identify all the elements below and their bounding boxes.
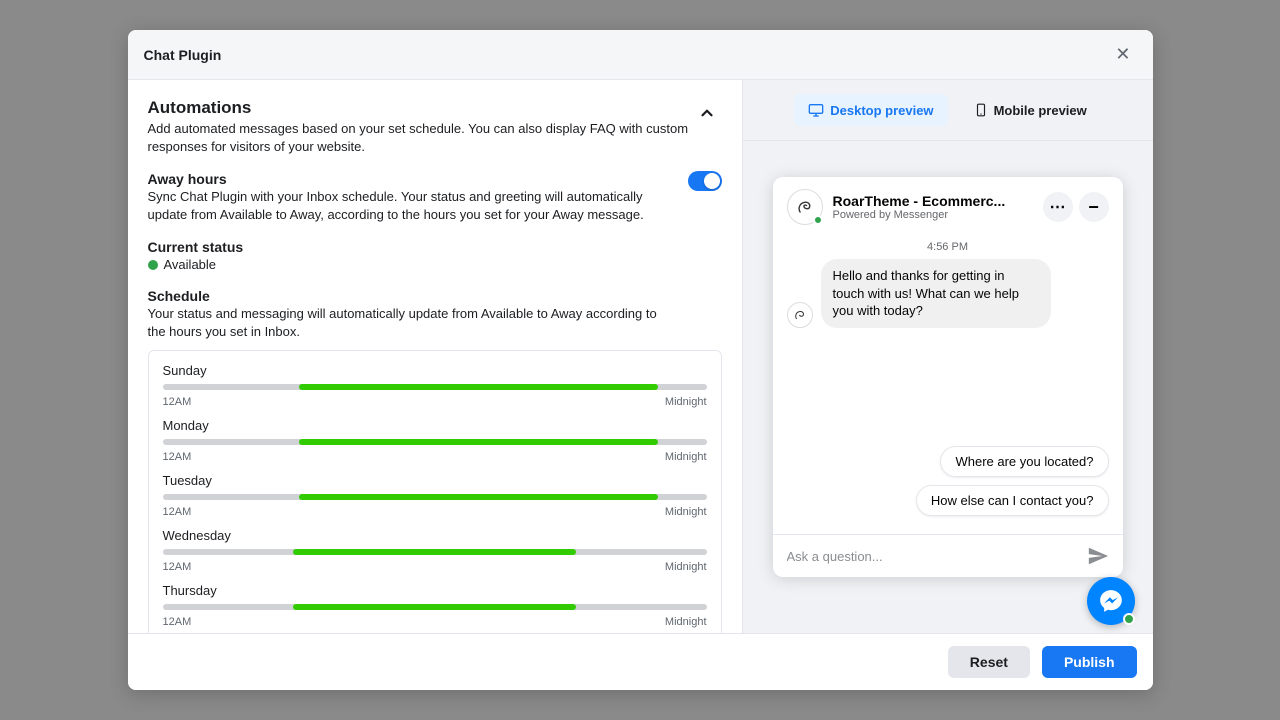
online-dot-icon [1123, 613, 1135, 625]
modal-header: Chat Plugin ✕ [128, 30, 1153, 80]
online-dot-icon [813, 215, 823, 225]
current-status-title: Current status [148, 239, 722, 255]
bar-left-label: 12AM [163, 506, 192, 518]
bar-left-label: 12AM [163, 451, 192, 463]
schedule-row-sunday[interactable]: Sunday 12AM Midnight [163, 363, 707, 408]
schedule-bar [163, 439, 707, 445]
settings-pane: Automations Add automated messages based… [128, 80, 743, 633]
bar-left-label: 12AM [163, 561, 192, 573]
preview-pane: Desktop preview Mobile preview RoarTheme… [743, 80, 1153, 633]
automations-title: Automations [148, 98, 692, 118]
tab-desktop-preview[interactable]: Desktop preview [794, 94, 947, 126]
bar-left-label: 12AM [163, 616, 192, 628]
messenger-fab[interactable] [1087, 577, 1135, 625]
day-label: Thursday [163, 583, 707, 598]
modal-body: Automations Add automated messages based… [128, 80, 1153, 633]
collapse-button[interactable] [692, 98, 722, 131]
quick-replies: Where are you located? How else can I co… [787, 446, 1109, 524]
schedule-title: Schedule [148, 288, 722, 304]
bar-right-label: Midnight [665, 561, 707, 573]
preview-tabs: Desktop preview Mobile preview [743, 80, 1153, 141]
schedule-row-wednesday[interactable]: Wednesday 12AM Midnight [163, 528, 707, 573]
bar-right-label: Midnight [665, 506, 707, 518]
automations-desc: Add automated messages based on your set… [148, 120, 692, 155]
schedule-bar [163, 494, 707, 500]
close-button[interactable]: ✕ [1109, 40, 1136, 69]
tab-mobile-preview[interactable]: Mobile preview [960, 94, 1101, 126]
day-label: Monday [163, 418, 707, 433]
close-icon: ✕ [1115, 44, 1130, 64]
bar-right-label: Midnight [665, 396, 707, 408]
schedule-bar [163, 384, 707, 390]
away-hours-title: Away hours [148, 171, 668, 187]
bar-right-label: Midnight [665, 451, 707, 463]
chat-input[interactable] [787, 549, 1077, 564]
page-avatar [787, 189, 823, 225]
publish-button[interactable]: Publish [1042, 646, 1137, 678]
schedule-card: Sunday 12AMMidnight Monday 12AMMidnight … [148, 350, 722, 633]
chat-page-name: RoarTheme - Ecommerc... [833, 193, 1006, 209]
desktop-icon [808, 102, 824, 118]
quick-reply-2[interactable]: How else can I contact you? [916, 485, 1109, 516]
schedule-row-tuesday[interactable]: Tuesday 12AM Midnight [163, 473, 707, 518]
chat-input-row [773, 534, 1123, 577]
incoming-message: Hello and thanks for getting in touch wi… [787, 259, 1109, 328]
more-button[interactable]: ⋯ [1043, 192, 1073, 222]
schedule-bar [163, 549, 707, 555]
messenger-icon [1098, 588, 1124, 614]
chat-plugin-modal: Chat Plugin ✕ Automations Add automated … [128, 30, 1153, 690]
tab-label: Desktop preview [830, 103, 933, 118]
schedule-desc: Your status and messaging will automatic… [148, 305, 668, 340]
minimize-button[interactable]: − [1079, 192, 1109, 222]
chat-subtitle: Powered by Messenger [833, 209, 1006, 221]
modal-title: Chat Plugin [144, 47, 222, 63]
day-label: Tuesday [163, 473, 707, 488]
message-bubble: Hello and thanks for getting in touch wi… [821, 259, 1051, 328]
schedule-row-thursday[interactable]: Thursday 12AM Midnight [163, 583, 707, 628]
mobile-icon [974, 102, 988, 118]
bar-left-label: 12AM [163, 396, 192, 408]
send-icon[interactable] [1087, 545, 1109, 567]
day-label: Wednesday [163, 528, 707, 543]
chevron-up-icon [698, 104, 716, 122]
chat-preview-card: RoarTheme - Ecommerc... Powered by Messe… [773, 177, 1123, 577]
status-dot-icon [148, 260, 158, 270]
reset-button[interactable]: Reset [948, 646, 1030, 678]
schedule-bar [163, 604, 707, 610]
schedule-row-monday[interactable]: Monday 12AM Midnight [163, 418, 707, 463]
dots-icon: ⋯ [1050, 197, 1066, 217]
away-hours-toggle[interactable] [688, 171, 722, 191]
away-hours-desc: Sync Chat Plugin with your Inbox schedul… [148, 188, 668, 223]
current-status-value: Available [164, 257, 217, 272]
chat-timestamp: 4:56 PM [787, 241, 1109, 253]
automations-header: Automations Add automated messages based… [148, 98, 722, 155]
quick-reply-1[interactable]: Where are you located? [940, 446, 1108, 477]
day-label: Sunday [163, 363, 707, 378]
chat-header: RoarTheme - Ecommerc... Powered by Messe… [773, 177, 1123, 237]
message-avatar [787, 302, 813, 328]
tab-label: Mobile preview [994, 103, 1087, 118]
modal-footer: Reset Publish [128, 633, 1153, 690]
chat-body: 4:56 PM Hello and thanks for getting in … [773, 237, 1123, 534]
bar-right-label: Midnight [665, 616, 707, 628]
